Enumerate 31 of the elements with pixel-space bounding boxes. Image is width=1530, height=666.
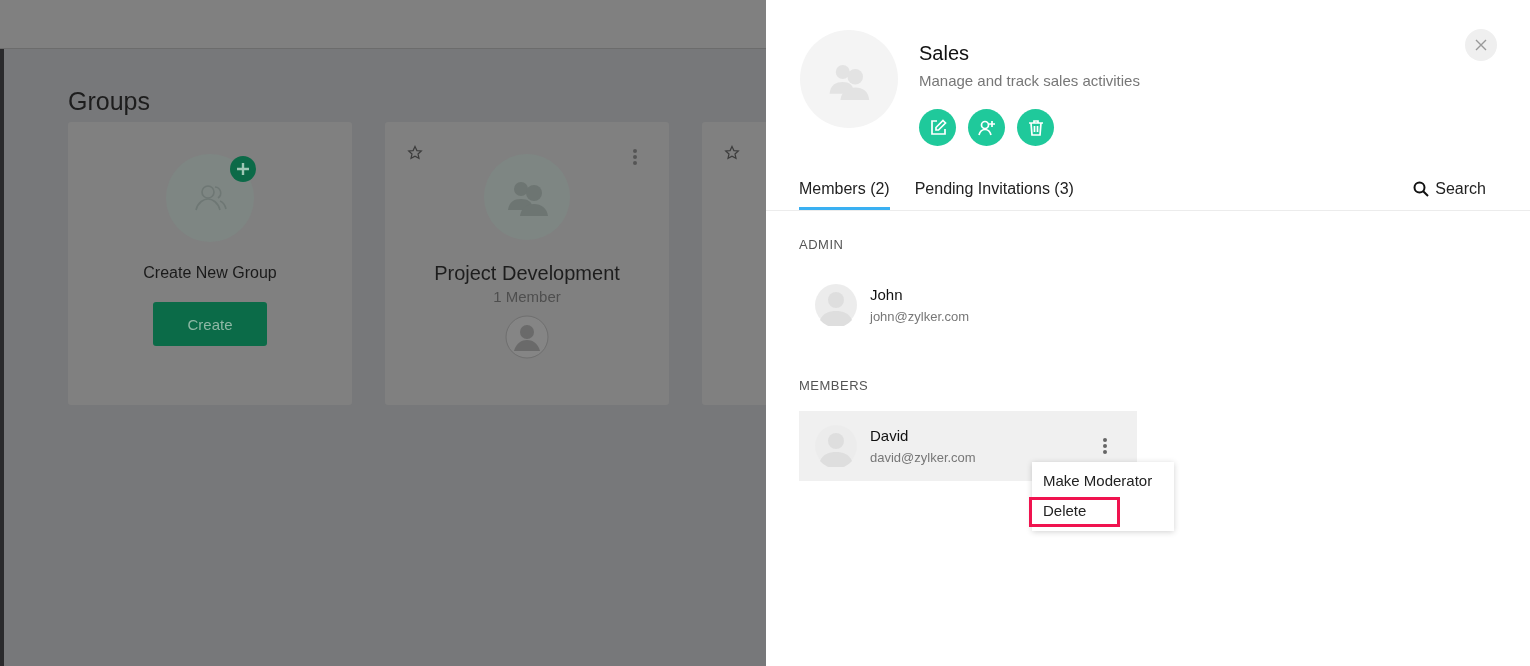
- card-title: Project Development: [434, 262, 620, 285]
- member-email: john@zylker.com: [870, 309, 970, 324]
- menu-item[interactable]: Delete: [1029, 497, 1120, 527]
- tab[interactable]: Pending Invitations (3): [914, 180, 1074, 210]
- card-title: Create New Group: [143, 264, 277, 282]
- avatar-icon: [815, 284, 857, 326]
- search-icon: [1413, 181, 1430, 197]
- page-heading: Groups: [68, 87, 151, 116]
- star-icon[interactable]: [724, 145, 740, 161]
- plus-icon[interactable]: [230, 156, 256, 182]
- star-icon[interactable]: [407, 145, 423, 161]
- add-member-button[interactable]: [968, 109, 1005, 146]
- group-description: Manage and track sales activities: [919, 72, 1140, 89]
- tab[interactable]: Members (2): [799, 180, 890, 210]
- delete-group-button[interactable]: [1017, 109, 1054, 146]
- close-icon: [1475, 39, 1487, 51]
- menu-item[interactable]: Make Moderator: [1032, 468, 1174, 497]
- edit-button[interactable]: [919, 109, 956, 146]
- group-icon: [800, 30, 898, 128]
- member-name: John: [870, 286, 904, 303]
- section-heading: ADMIN: [799, 237, 845, 252]
- more-icon[interactable]: [1102, 437, 1108, 455]
- search-button[interactable]: Search: [1413, 180, 1486, 210]
- member-email: david@zylker.com: [870, 450, 976, 465]
- member-name: David: [870, 427, 910, 444]
- member-row[interactable]: John john@zylker.com: [799, 270, 1137, 340]
- close-button[interactable]: [1465, 29, 1497, 61]
- avatar-icon: [505, 315, 549, 359]
- group-icon: [166, 154, 254, 242]
- section-heading: MEMBERS: [799, 378, 870, 393]
- group-name: Sales: [919, 42, 971, 65]
